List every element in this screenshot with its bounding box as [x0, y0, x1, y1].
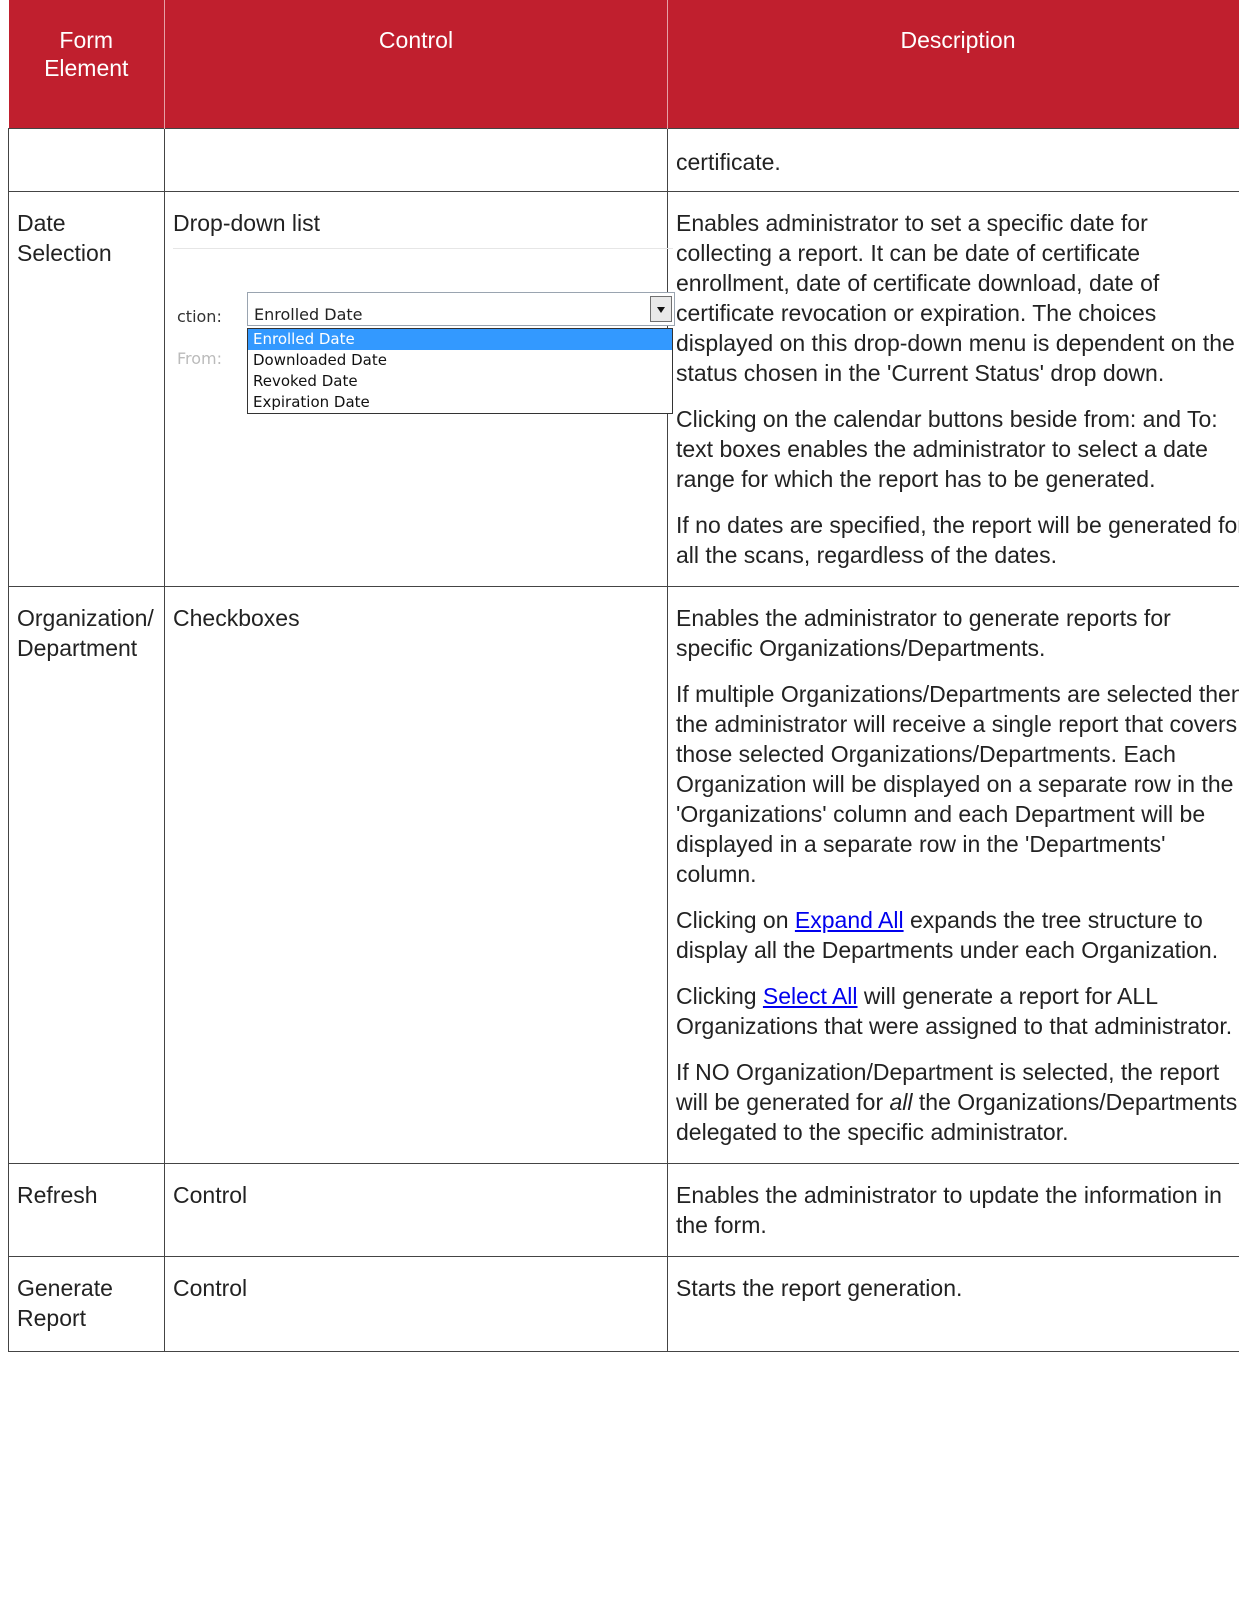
control-label: Drop-down list — [173, 210, 320, 236]
control-cell: Drop-down list ction: From: Enrolled Dat… — [164, 191, 675, 587]
from-label: From: — [177, 349, 223, 368]
description-paragraph: If NO Organization/Department is selecte… — [676, 1057, 1239, 1147]
form-element-cell — [8, 128, 165, 192]
text-fragment: Clicking on — [676, 907, 795, 933]
description-paragraph: Clicking on Expand All expands the tree … — [676, 905, 1239, 965]
header-control: Control — [164, 0, 668, 129]
dropdown-screenshot: ction: From: Enrolled Date Enrolled Date… — [173, 248, 675, 458]
description-paragraph: certificate. — [676, 149, 781, 175]
description-cell: Enables the administrator to generate re… — [667, 586, 1239, 1164]
description-paragraph: Clicking on the calendar buttons beside … — [676, 406, 1218, 492]
description-paragraph: Enables the administrator to update the … — [676, 1182, 1222, 1238]
description-cell: Starts the report generation. — [667, 1256, 1239, 1352]
form-element-cell: Organization/ Department — [8, 586, 165, 1164]
header-form-element: Form Element — [8, 0, 165, 129]
control-cell: Checkboxes — [164, 586, 668, 1164]
description-paragraph: Enables administrator to set a specific … — [676, 210, 1235, 386]
table-row: certificate. — [8, 128, 1239, 192]
chevron-down-icon[interactable] — [650, 296, 672, 322]
table-row: Generate Report Control Starts the repor… — [8, 1256, 1239, 1352]
expand-all-link[interactable]: Expand All — [795, 907, 904, 933]
control-cell — [164, 128, 668, 192]
description-paragraph: Starts the report generation. — [676, 1275, 963, 1301]
description-cell: Enables administrator to set a specific … — [667, 191, 1239, 587]
table-row: Refresh Control Enables the administrato… — [8, 1163, 1239, 1257]
dropdown-options-list: Enrolled Date Downloaded Date Revoked Da… — [247, 328, 673, 414]
table-row: Organization/ Department Checkboxes Enab… — [8, 586, 1239, 1164]
table-row: Date Selection Drop-down list ction: Fro… — [8, 191, 1239, 587]
description-paragraph: If multiple Organizations/Departments ar… — [676, 681, 1239, 887]
header-description: Description — [667, 0, 1239, 129]
dropdown-option[interactable]: Enrolled Date — [248, 329, 672, 350]
description-cell: Enables the administrator to update the … — [667, 1163, 1239, 1257]
form-elements-table: Form Element Control Description certifi… — [8, 0, 1239, 1352]
description-paragraph: If no dates are specified, the report wi… — [676, 512, 1239, 568]
select-all-link[interactable]: Select All — [763, 983, 858, 1009]
table-header-row: Form Element Control Description — [8, 0, 1239, 129]
control-cell: Control — [164, 1163, 668, 1257]
selection-label: ction: — [177, 307, 222, 326]
form-element-cell: Date Selection — [8, 191, 165, 587]
form-element-cell: Generate Report — [8, 1256, 165, 1352]
dropdown-option[interactable]: Revoked Date — [248, 371, 672, 392]
emphasis-text: all — [889, 1089, 913, 1115]
date-selection-dropdown[interactable]: Enrolled Date — [247, 292, 675, 326]
description-cell: certificate. — [667, 128, 1239, 192]
description-paragraph: Enables the administrator to generate re… — [676, 605, 1171, 661]
dropdown-option[interactable]: Expiration Date — [248, 392, 672, 413]
dropdown-selected-value: Enrolled Date — [254, 305, 363, 324]
description-paragraph: Clicking Select All will generate a repo… — [676, 981, 1239, 1041]
divider — [173, 248, 673, 249]
form-element-cell: Refresh — [8, 1163, 165, 1257]
text-fragment: Clicking — [676, 983, 763, 1009]
control-cell: Control — [164, 1256, 668, 1352]
dropdown-option[interactable]: Downloaded Date — [248, 350, 672, 371]
